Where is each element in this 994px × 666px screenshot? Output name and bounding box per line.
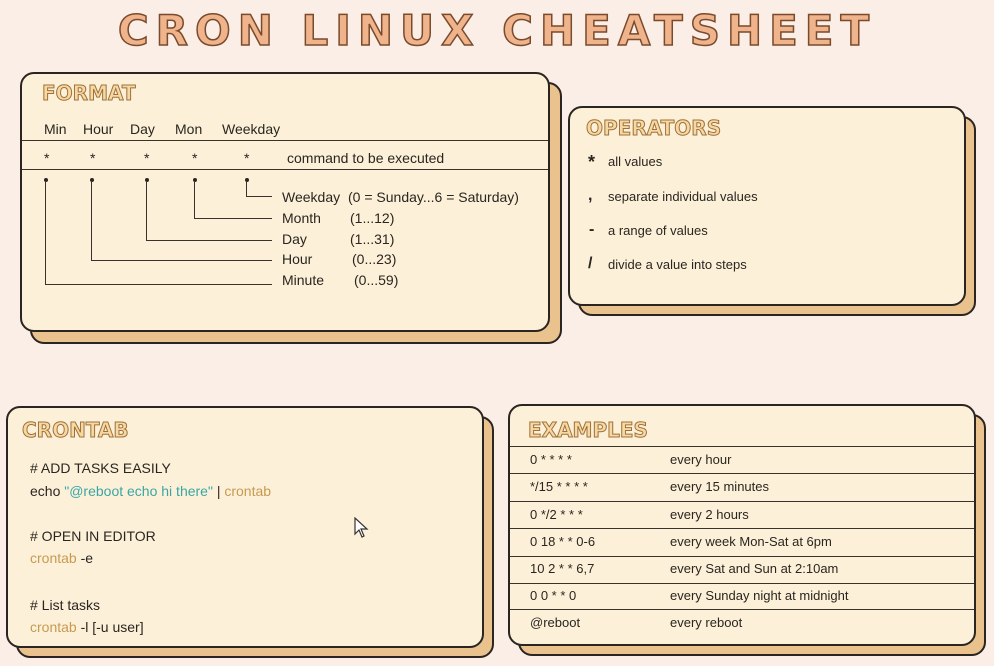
field-month-range: (1...12) [350,210,395,226]
operator-desc-star: all values [608,154,663,169]
line-weekday-h [246,196,272,197]
page-title: CRON LINUX CHEATSHEET [117,5,877,56]
example-expr: 0 */2 * * * [530,507,583,522]
example-expr: 0 * * * * [530,452,572,467]
mouse-pointer-icon [354,517,369,538]
field-hour-range: (0...23) [352,251,397,267]
crontab-edit-command: crontab -e [30,550,93,566]
crontab-heading: CRONTAB [22,418,130,443]
example-desc: every Sunday night at midnight [670,588,849,603]
examples-heading: EXAMPLES [528,418,649,443]
format-star-mon: * [192,150,198,166]
examples-divider-3 [510,528,974,529]
line-mon-h [194,218,272,219]
crontab-list-flag: -l [-u user] [80,619,144,635]
format-col-min: Min [44,121,67,137]
example-desc: every 15 minutes [670,479,769,494]
format-heading: FORMAT [42,81,137,106]
operator-desc-dash: a range of values [608,223,708,238]
example-expr: 0 0 * * 0 [530,588,577,603]
operator-desc-slash: divide a value into steps [608,257,747,272]
operator-symbol-slash: / [588,255,593,272]
format-star-day: * [144,150,150,166]
format-card: FORMAT Min Hour Day Mon Weekday * * * * … [20,72,550,332]
format-divider-2 [22,169,548,170]
examples-divider-4 [510,556,974,557]
line-min-v [45,182,46,284]
format-command-label: command to be executed [287,150,445,166]
examples-divider-0 [510,446,974,447]
crontab-add-command: echo "@reboot echo hi there" | crontab [30,483,271,499]
crontab-edit-flag: -e [80,550,94,566]
crontab-edit-crontab: crontab [30,550,77,566]
examples-divider-1 [510,473,974,474]
field-weekday-range: (0 = Sunday...6 = Saturday) [348,189,519,205]
example-desc: every 2 hours [670,507,749,522]
example-expr: 10 2 * * 6,7 [530,561,595,576]
crontab-add-crontab: crontab [224,483,272,499]
format-star-min: * [44,150,50,166]
field-hour-name: Hour [282,251,313,267]
crontab-card: CRONTAB # ADD TASKS EASILY echo "@reboot… [6,406,484,648]
crontab-add-echo: echo [30,483,61,499]
field-day-name: Day [282,231,307,247]
examples-card: EXAMPLES 0 * * * * every hour */15 * * *… [508,404,976,646]
crontab-add-string: "@reboot echo hi there" [64,483,213,499]
format-divider-1 [22,140,548,141]
crontab-list-crontab: crontab [30,619,77,635]
examples-divider-2 [510,501,974,502]
crontab-add-pipe: | [216,483,221,499]
operator-symbol-dash: - [589,221,595,238]
example-desc: every hour [670,452,732,467]
format-col-hour: Hour [83,121,114,137]
crontab-edit-comment: # OPEN IN EDITOR [30,528,156,544]
operator-desc-comma: separate individual values [608,189,758,204]
line-day-v [146,182,147,240]
example-expr: @reboot [530,615,581,630]
field-month-name: Month [282,210,321,226]
line-hour-v [91,182,92,260]
examples-divider-5 [510,583,974,584]
line-weekday-v [246,182,247,196]
crontab-add-comment: # ADD TASKS EASILY [30,460,171,476]
field-weekday-name: Weekday [282,189,341,205]
line-day-h [146,240,272,241]
format-star-weekday: * [244,150,250,166]
example-expr: */15 * * * * [530,479,588,494]
field-day-range: (1...31) [350,231,395,247]
format-col-day: Day [130,121,155,137]
line-hour-h [91,260,272,261]
example-desc: every week Mon-Sat at 6pm [670,534,832,549]
crontab-list-command: crontab -l [-u user] [30,619,144,635]
operator-symbol-comma: , [588,187,593,204]
format-col-weekday: Weekday [222,121,281,137]
examples-divider-6 [510,609,974,610]
example-desc: every reboot [670,615,743,630]
operators-card: OPERATORS * all values , separate indivi… [568,106,966,306]
operators-heading: OPERATORS [585,116,722,141]
format-star-hour: * [90,150,96,166]
format-col-mon: Mon [175,121,203,137]
field-minute-name: Minute [282,272,325,288]
field-minute-range: (0...59) [354,272,399,288]
line-min-h [45,284,272,285]
example-expr: 0 18 * * 0-6 [530,534,596,549]
line-mon-v [194,182,195,218]
example-desc: every Sat and Sun at 2:10am [670,561,839,576]
operator-symbol-star: * [588,152,596,172]
crontab-list-comment: # List tasks [30,597,101,613]
